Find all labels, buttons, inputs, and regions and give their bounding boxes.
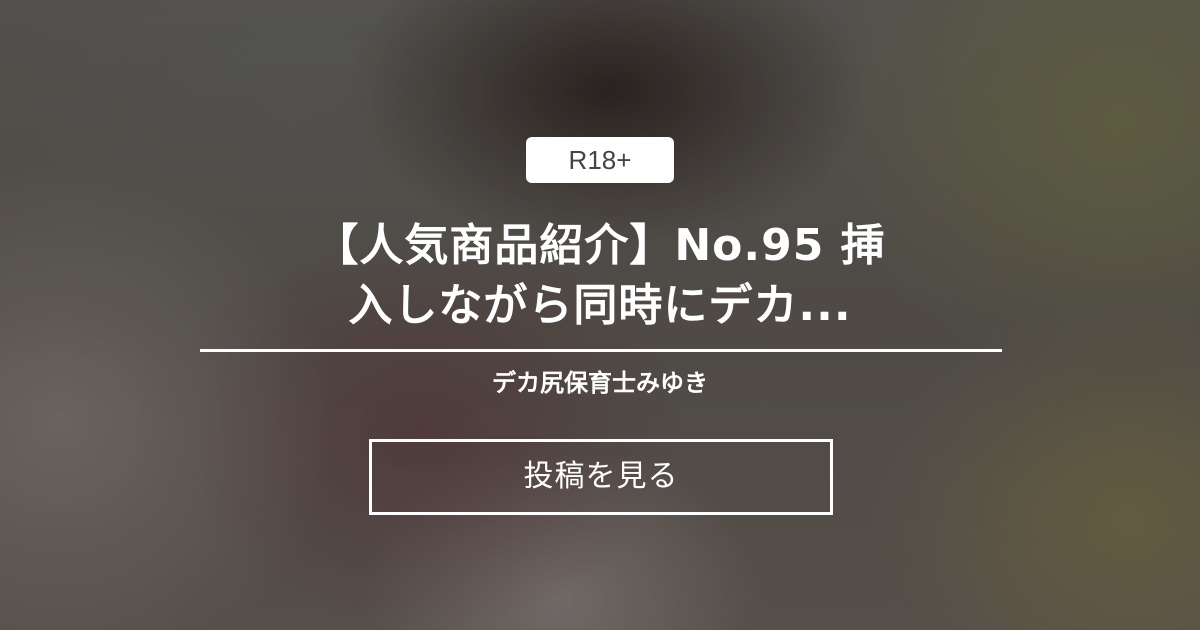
author-name: デカ尻保育士みゆき bbox=[492, 369, 708, 397]
age-rating-badge: R18+ bbox=[526, 137, 674, 183]
title-divider bbox=[200, 349, 1002, 352]
view-post-button[interactable]: 投稿を見る bbox=[369, 439, 833, 515]
post-title-line-2: 入しながら同時にデカ... bbox=[348, 280, 852, 331]
post-title-line-1: 【人気商品紹介】No.95 挿 bbox=[314, 220, 886, 271]
post-title: 【人気商品紹介】No.95 挿 入しながら同時にデカ... bbox=[200, 216, 1000, 336]
